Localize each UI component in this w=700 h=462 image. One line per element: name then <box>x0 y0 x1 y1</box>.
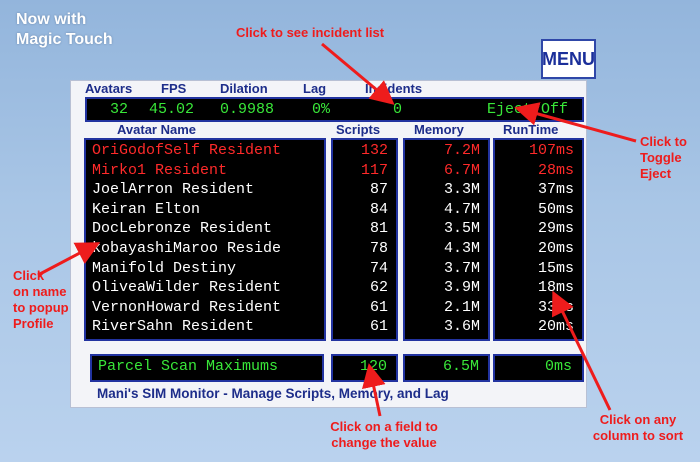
memory-cell[interactable]: 6.7M <box>405 161 488 181</box>
scripts-cell[interactable]: 81 <box>333 219 396 239</box>
avatars-count: 32 <box>110 101 129 118</box>
avatar-name[interactable]: Keiran Elton <box>86 200 324 220</box>
scripts-cell[interactable]: 62 <box>333 278 396 298</box>
max-scripts-field[interactable]: 120 <box>331 354 398 382</box>
max-memory-value: 6.5M <box>442 358 479 375</box>
runtime-cell[interactable]: 33ms <box>495 298 582 318</box>
runtime-cell[interactable]: 107ms <box>495 141 582 161</box>
lag-header: Lag <box>303 81 327 96</box>
memory-column: 7.2M 6.7M 3.3M 4.7M 3.5M 4.3M 3.7M 3.9M 2.1M 3.6M <box>403 138 490 341</box>
sim-monitor-panel: Avatars FPS Dilation Lag Incidents 32 45… <box>70 80 587 408</box>
runtime-cell[interactable]: 20ms <box>495 239 582 259</box>
name-column: OriGodofSelf Resident Mirko1 Resident Joel… <box>84 138 326 341</box>
memory-cell[interactable]: 4.7M <box>405 200 488 220</box>
max-memory-field[interactable]: 6.5M <box>403 354 490 382</box>
runtime-cell[interactable]: 37ms <box>495 180 582 200</box>
sort-annotation-line-2: column to sort <box>592 428 684 443</box>
incident-annotation: Click to see incident list <box>236 25 385 40</box>
runtime-cell[interactable]: 29ms <box>495 219 582 239</box>
field-annotation-line-2: change the value <box>331 435 437 450</box>
sort-annotation-line-1: Click on any <box>599 412 677 427</box>
avatar-name[interactable]: kobayashiMaroo Reside <box>86 239 324 259</box>
runtime-cell[interactable]: 28ms <box>495 161 582 181</box>
runtime-cell[interactable]: 15ms <box>495 259 582 279</box>
menu-button[interactable]: MENU <box>541 39 596 79</box>
incidents-count[interactable]: 0 <box>393 101 402 118</box>
dilation-header: Dilation <box>220 81 268 96</box>
runtime-cell[interactable]: 18ms <box>495 278 582 298</box>
incidents-header: Incidents <box>365 81 423 96</box>
memory-cell[interactable]: 2.1M <box>405 298 488 318</box>
footer-title: Mani's SIM Monitor - Manage Scripts, Mem… <box>97 386 449 401</box>
column-header-scripts[interactable]: Scripts <box>336 122 380 137</box>
eject-annotation-line-2: Toggle <box>640 150 682 165</box>
stats-bar: 32 45.02 0.9988 0% 0 Eject Off <box>85 97 584 122</box>
avatar-name[interactable]: Manifold Destiny <box>86 259 324 279</box>
memory-cell[interactable]: 3.9M <box>405 278 488 298</box>
scripts-cell[interactable]: 87 <box>333 180 396 200</box>
runtime-cell[interactable]: 20ms <box>495 317 582 337</box>
scripts-cell[interactable]: 84 <box>333 200 396 220</box>
scripts-cell[interactable]: 74 <box>333 259 396 279</box>
scripts-cell[interactable]: 117 <box>333 161 396 181</box>
memory-cell[interactable]: 3.7M <box>405 259 488 279</box>
max-runtime-value: 0ms <box>544 358 572 375</box>
parcel-scan-maximums-label[interactable]: Parcel Scan Maximums <box>90 354 324 382</box>
avatar-name[interactable]: OliveaWilder Resident <box>86 278 324 298</box>
runtime-cell[interactable]: 50ms <box>495 200 582 220</box>
scripts-cell[interactable]: 78 <box>333 239 396 259</box>
avatar-name[interactable]: VernonHoward Resident <box>86 298 324 318</box>
memory-cell[interactable]: 3.3M <box>405 180 488 200</box>
column-header-name[interactable]: Avatar Name <box>117 122 196 137</box>
avatar-name[interactable]: RiverSahn Resident <box>86 317 324 337</box>
field-annotation: Click on a field to change the value <box>322 419 446 451</box>
title-line-1: Now with <box>16 11 87 28</box>
eject-annotation: Click to Toggle Eject <box>640 134 687 182</box>
memory-cell[interactable]: 3.5M <box>405 219 488 239</box>
maximums-label-text: Parcel Scan Maximums <box>98 358 279 375</box>
sort-annotation: Click on any column to sort <box>586 412 690 444</box>
title-line-2: Magic Touch <box>16 31 113 48</box>
name-annotation-line-4: Profile <box>13 316 54 331</box>
memory-cell[interactable]: 4.3M <box>405 239 488 259</box>
eject-toggle[interactable]: Eject Off <box>487 101 568 118</box>
avatar-name[interactable]: OriGodofSelf Resident <box>86 141 324 161</box>
avatars-header: Avatars <box>85 81 133 96</box>
max-runtime-field[interactable]: 0ms <box>493 354 584 382</box>
column-header-memory[interactable]: Memory <box>414 122 464 137</box>
scripts-cell[interactable]: 132 <box>333 141 396 161</box>
title-annotation: Now with Magic Touch <box>16 10 113 50</box>
name-annotation-line-3: to popup <box>13 300 69 315</box>
scripts-cell[interactable]: 61 <box>333 298 396 318</box>
max-scripts-value: 120 <box>359 358 387 375</box>
fps-header: FPS <box>161 81 187 96</box>
fps-value: 45.02 <box>149 101 195 118</box>
runtime-column: 107ms 28ms 37ms 50ms 29ms 20ms 15ms 18ms 33ms 20m… <box>493 138 584 341</box>
avatar-name[interactable]: DocLebronze Resident <box>86 219 324 239</box>
avatar-name[interactable]: JoelArron Resident <box>86 180 324 200</box>
scripts-column: 132 117 87 84 81 78 74 62 61 61 <box>331 138 398 341</box>
name-annotation: Click on name to popup Profile <box>13 268 69 332</box>
scripts-cell[interactable]: 61 <box>333 317 396 337</box>
field-annotation-line-1: Click on a field to <box>330 419 438 434</box>
eject-annotation-line-1: Click to <box>640 134 687 149</box>
dilation-value: 0.9988 <box>220 101 275 118</box>
name-annotation-line-2: on name <box>13 284 67 299</box>
memory-cell[interactable]: 7.2M <box>405 141 488 161</box>
eject-annotation-line-3: Eject <box>640 166 672 181</box>
memory-cell[interactable]: 3.6M <box>405 317 488 337</box>
name-annotation-line-1: Click <box>13 268 45 283</box>
avatar-name[interactable]: Mirko1 Resident <box>86 161 324 181</box>
column-header-runtime[interactable]: RunTime <box>503 122 558 137</box>
lag-value: 0% <box>312 101 331 118</box>
